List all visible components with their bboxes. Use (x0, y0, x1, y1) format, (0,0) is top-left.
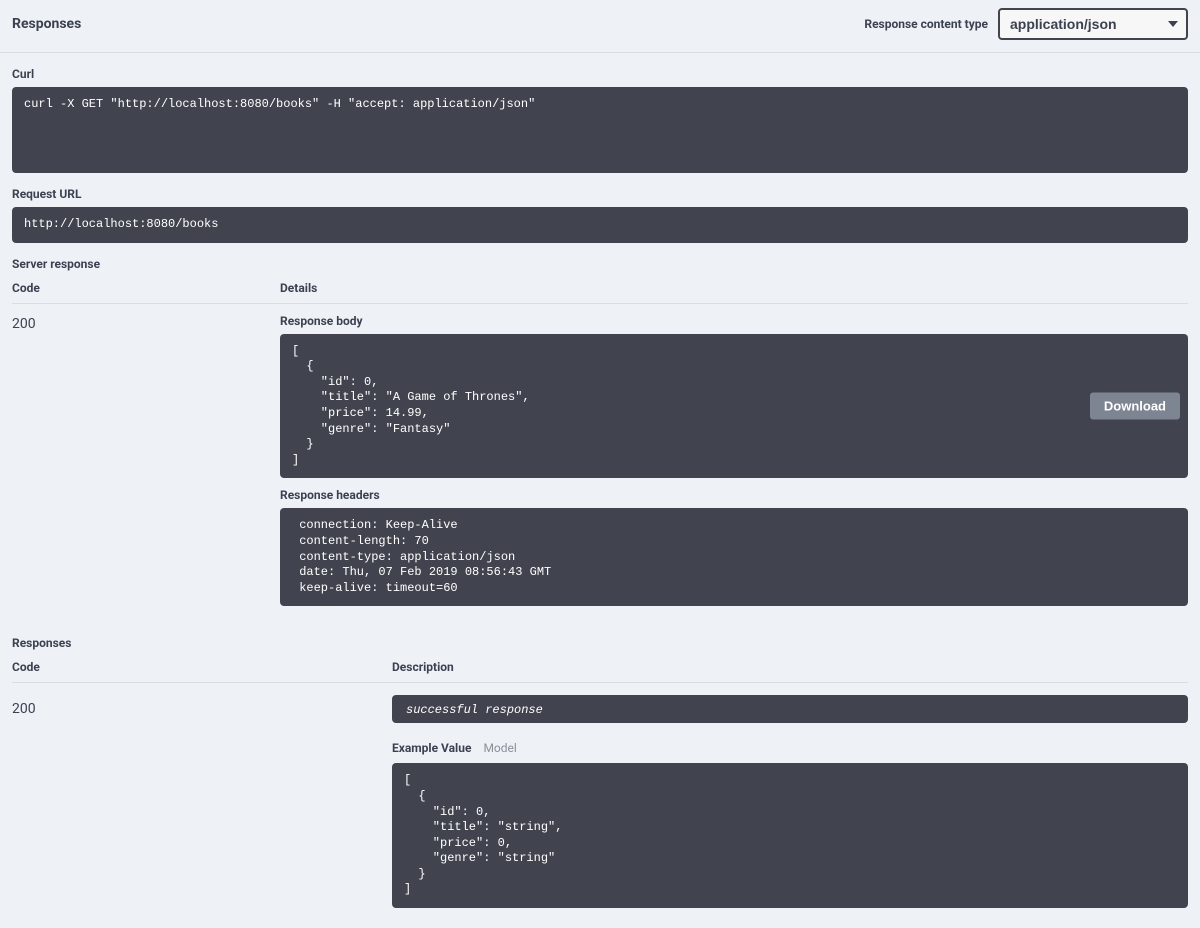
response-body-label: Response body (280, 314, 1188, 328)
curl-command-box: curl -X GET "http://localhost:8080/books… (12, 87, 1188, 173)
tab-example-value[interactable]: Example Value (392, 741, 471, 755)
server-response-header-row: Code Details (12, 281, 1188, 304)
download-button[interactable]: Download (1090, 392, 1180, 419)
body-section: Curl curl -X GET "http://localhost:8080/… (0, 53, 1200, 928)
example-value-box: [ { "id": 0, "title": "string", "price":… (392, 763, 1188, 908)
example-value-content: [ { "id": 0, "title": "string", "price":… (404, 773, 1176, 898)
server-response-row: 200 Response body [ { "id": 0, "title": … (12, 314, 1188, 627)
description-box: successful response (392, 695, 1188, 723)
response-headers-label: Response headers (280, 488, 1188, 502)
response-headers-box: connection: Keep-Alive content-length: 7… (280, 508, 1188, 606)
responses-row: 200 successful response Example Value Mo… (12, 695, 1188, 908)
status-code: 200 (12, 314, 280, 627)
responses-header-row: Code Description (12, 660, 1188, 683)
responses-detail: successful response Example Value Model … (392, 695, 1188, 908)
response-body-content: [ { "id": 0, "title": "A Game of Thrones… (292, 344, 1176, 469)
server-response-detail: Response body [ { "id": 0, "title": "A G… (280, 314, 1188, 627)
responses-header: Responses Response content type applicat… (0, 0, 1200, 53)
description-text: successful response (406, 703, 543, 717)
content-type-select-wrap: application/json (998, 8, 1188, 40)
curl-label: Curl (12, 67, 1188, 81)
code-header: Code (12, 281, 280, 295)
details-header: Details (280, 281, 1188, 295)
responses-section-label: Responses (12, 636, 1188, 650)
code-header-2: Code (12, 660, 392, 674)
tab-model[interactable]: Model (483, 741, 516, 755)
content-type-group: Response content type application/json (864, 8, 1188, 40)
response-body-box: [ { "id": 0, "title": "A Game of Thrones… (280, 334, 1188, 479)
status-code-2: 200 (12, 695, 392, 908)
content-type-select[interactable]: application/json (998, 8, 1188, 40)
request-url-label: Request URL (12, 187, 1188, 201)
server-response-label: Server response (12, 257, 1188, 271)
responses-title: Responses (12, 16, 81, 32)
content-type-label: Response content type (864, 17, 988, 31)
request-url-box: http://localhost:8080/books (12, 207, 1188, 243)
description-header: Description (392, 660, 1188, 674)
example-tabs: Example Value Model (392, 741, 1188, 755)
